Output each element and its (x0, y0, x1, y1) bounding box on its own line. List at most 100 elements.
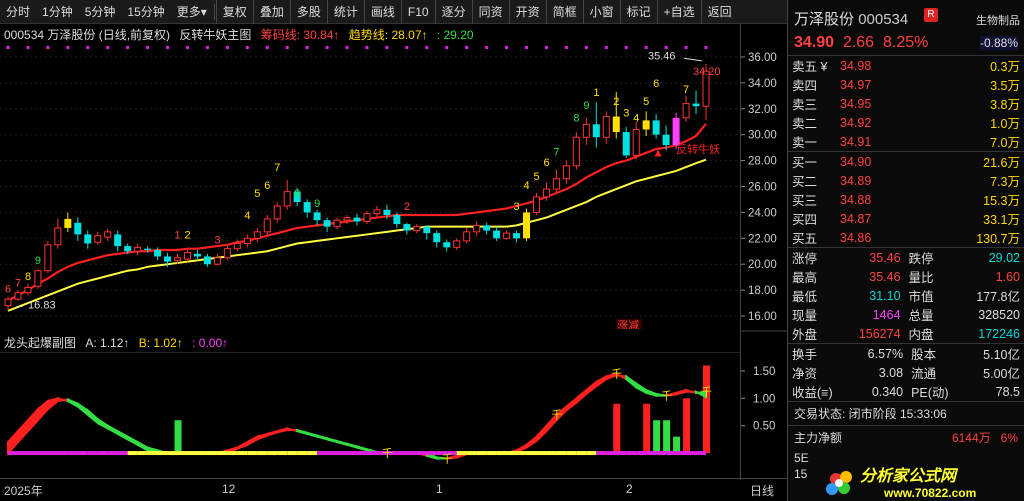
bid-price: 34.87 (840, 211, 872, 226)
candle-body (513, 233, 521, 239)
bid-volume: 33.1万 (983, 213, 1020, 227)
bid-volume: 15.3万 (983, 194, 1020, 208)
stat-value: 1464 (872, 307, 901, 322)
sub-indicator-name[interactable]: 龙头起爆副图 (4, 336, 76, 350)
quote-row: 涨停 35.46 跌停 29.02 (788, 248, 1024, 268)
stat-value: 5.00亿 (983, 367, 1020, 381)
sub-ribbon (116, 429, 129, 442)
count-label: 3 (214, 235, 220, 247)
axis-label: 26.00 (748, 182, 777, 194)
sector-name[interactable]: 生物制品 (976, 12, 1020, 28)
logo-text: 分析家公式网 (860, 467, 959, 485)
sub-ribbon (356, 445, 368, 452)
sub-ribbon (565, 396, 578, 413)
stat-label: 内盘 (908, 328, 934, 342)
tool-overlay[interactable]: 叠加 (252, 0, 290, 24)
signal-dot (584, 46, 588, 49)
sub-mark: 千 (551, 409, 562, 422)
period-label[interactable]: 日线 (750, 482, 774, 499)
candle-body (64, 218, 72, 228)
bid-price: 34.89 (840, 173, 872, 188)
tool-add-watch[interactable]: +自选 (656, 0, 701, 24)
period-1min[interactable]: 1分钟 (36, 0, 79, 24)
axis-label: 30.00 (748, 130, 777, 142)
sub-ribbon (56, 397, 69, 403)
candlestick-chart[interactable]: 67891 2 3456789 2 3456789123 456734.2035.46← … (0, 44, 740, 329)
signal-dot (505, 46, 509, 49)
period-5min[interactable]: 5分钟 (79, 0, 122, 24)
candle-body (582, 123, 590, 138)
signal-dot (185, 46, 189, 49)
tool-jiankuang[interactable]: 简框 (545, 0, 583, 24)
tool-zhufen[interactable]: 逐分 (434, 0, 472, 24)
candle-body (652, 120, 660, 135)
tool-xiaochuang[interactable]: 小窗 (582, 0, 620, 24)
count-label: 6 (264, 180, 270, 192)
sub-bar (643, 403, 651, 454)
stat-value: 35.46 (869, 269, 901, 284)
date-label: 2 (626, 482, 633, 496)
order-book-asks: 卖五 ¥ 34.98 0.3万 卖四 34.97 3.5万 卖三 34.95 3.8万 卖二 34.… (788, 56, 1024, 151)
date-axis: 2025年 12 1 2 日线 (0, 478, 787, 501)
tool-multi[interactable]: 多股 (289, 0, 327, 24)
quote-row: 买一 34.90 21.6万 (788, 152, 1024, 172)
signal-dot (684, 46, 688, 49)
quote-row: 买三 34.88 15.3万 (788, 190, 1024, 209)
quote-row: 买四 34.87 33.1万 (788, 209, 1024, 228)
tool-tongzi[interactable]: 同资 (471, 0, 509, 24)
axis-label: 22.00 (748, 233, 777, 245)
quote-row: 卖三 34.95 3.8万 (788, 94, 1024, 113)
candle-body (263, 218, 271, 233)
signal-dot (704, 46, 708, 49)
candle-body (283, 191, 291, 207)
ask-volume: 7.0万 (990, 136, 1020, 150)
count-label: 9 (583, 100, 589, 112)
stat-label: 总量 (908, 309, 934, 323)
candle-body (443, 242, 451, 248)
tool-draw[interactable]: 画线 (363, 0, 401, 24)
indicator-name[interactable]: 反转牛妖主图 (179, 28, 251, 42)
period-more[interactable]: 更多▾ (171, 0, 213, 24)
period-fenshi[interactable]: 分时 (0, 0, 36, 24)
candle-body (662, 134, 670, 146)
sub-ribbon (595, 374, 608, 389)
signal-dot (305, 46, 309, 49)
candle-body (552, 178, 560, 190)
sub-indicator-chart[interactable]: 千千千千千千 (0, 352, 740, 478)
stat-value: 0.340 (871, 384, 904, 399)
tool-kaizi[interactable]: 开资 (508, 0, 546, 24)
signal-dot (465, 46, 469, 49)
tool-stats[interactable]: 统计 (326, 0, 364, 24)
sub-ribbon (126, 434, 139, 447)
sector-change: -0.88% (979, 36, 1018, 50)
candle-body (243, 237, 251, 244)
stat-label: 收益(≡) (792, 386, 833, 400)
ask-volume: 3.5万 (990, 79, 1020, 93)
quote-row: 最低 31.10 市值 177.8亿 (788, 286, 1024, 305)
sub-bar (653, 420, 661, 454)
sub-ribbon (675, 388, 688, 396)
sub-bar (613, 403, 621, 454)
tool-f10[interactable]: F10 (400, 0, 435, 24)
count-label: 2 (404, 201, 410, 213)
quote-row: 现量 1464 总量 328520 (788, 305, 1024, 324)
count-label: 5 (643, 96, 649, 108)
toolbar: 分时 1分钟 5分钟 15分钟 更多▾ 复权 叠加 多股 统计 画线 F10 逐… (0, 0, 787, 24)
sub-ribbon (36, 398, 49, 423)
signal-dot (405, 46, 409, 49)
tool-mark[interactable]: 标记 (619, 0, 657, 24)
candle-body (503, 232, 511, 239)
signal-dot (325, 46, 329, 49)
bid-volume: 7.3万 (990, 175, 1020, 189)
candle-body (602, 116, 610, 138)
chevron-down-icon: ▾ (200, 4, 207, 19)
period-15min[interactable]: 15分钟 (121, 0, 170, 24)
stat-value: 5.10亿 (983, 348, 1020, 362)
bid-label: 买一 (792, 156, 818, 170)
tool-back[interactable]: 返回 (700, 0, 738, 24)
candle-body (4, 298, 12, 307)
tool-fuquan[interactable]: 复权 (215, 0, 253, 24)
stat-label: 流通 (911, 367, 937, 381)
count-label: 1 (593, 87, 599, 99)
axis-label: 24.00 (748, 207, 777, 219)
